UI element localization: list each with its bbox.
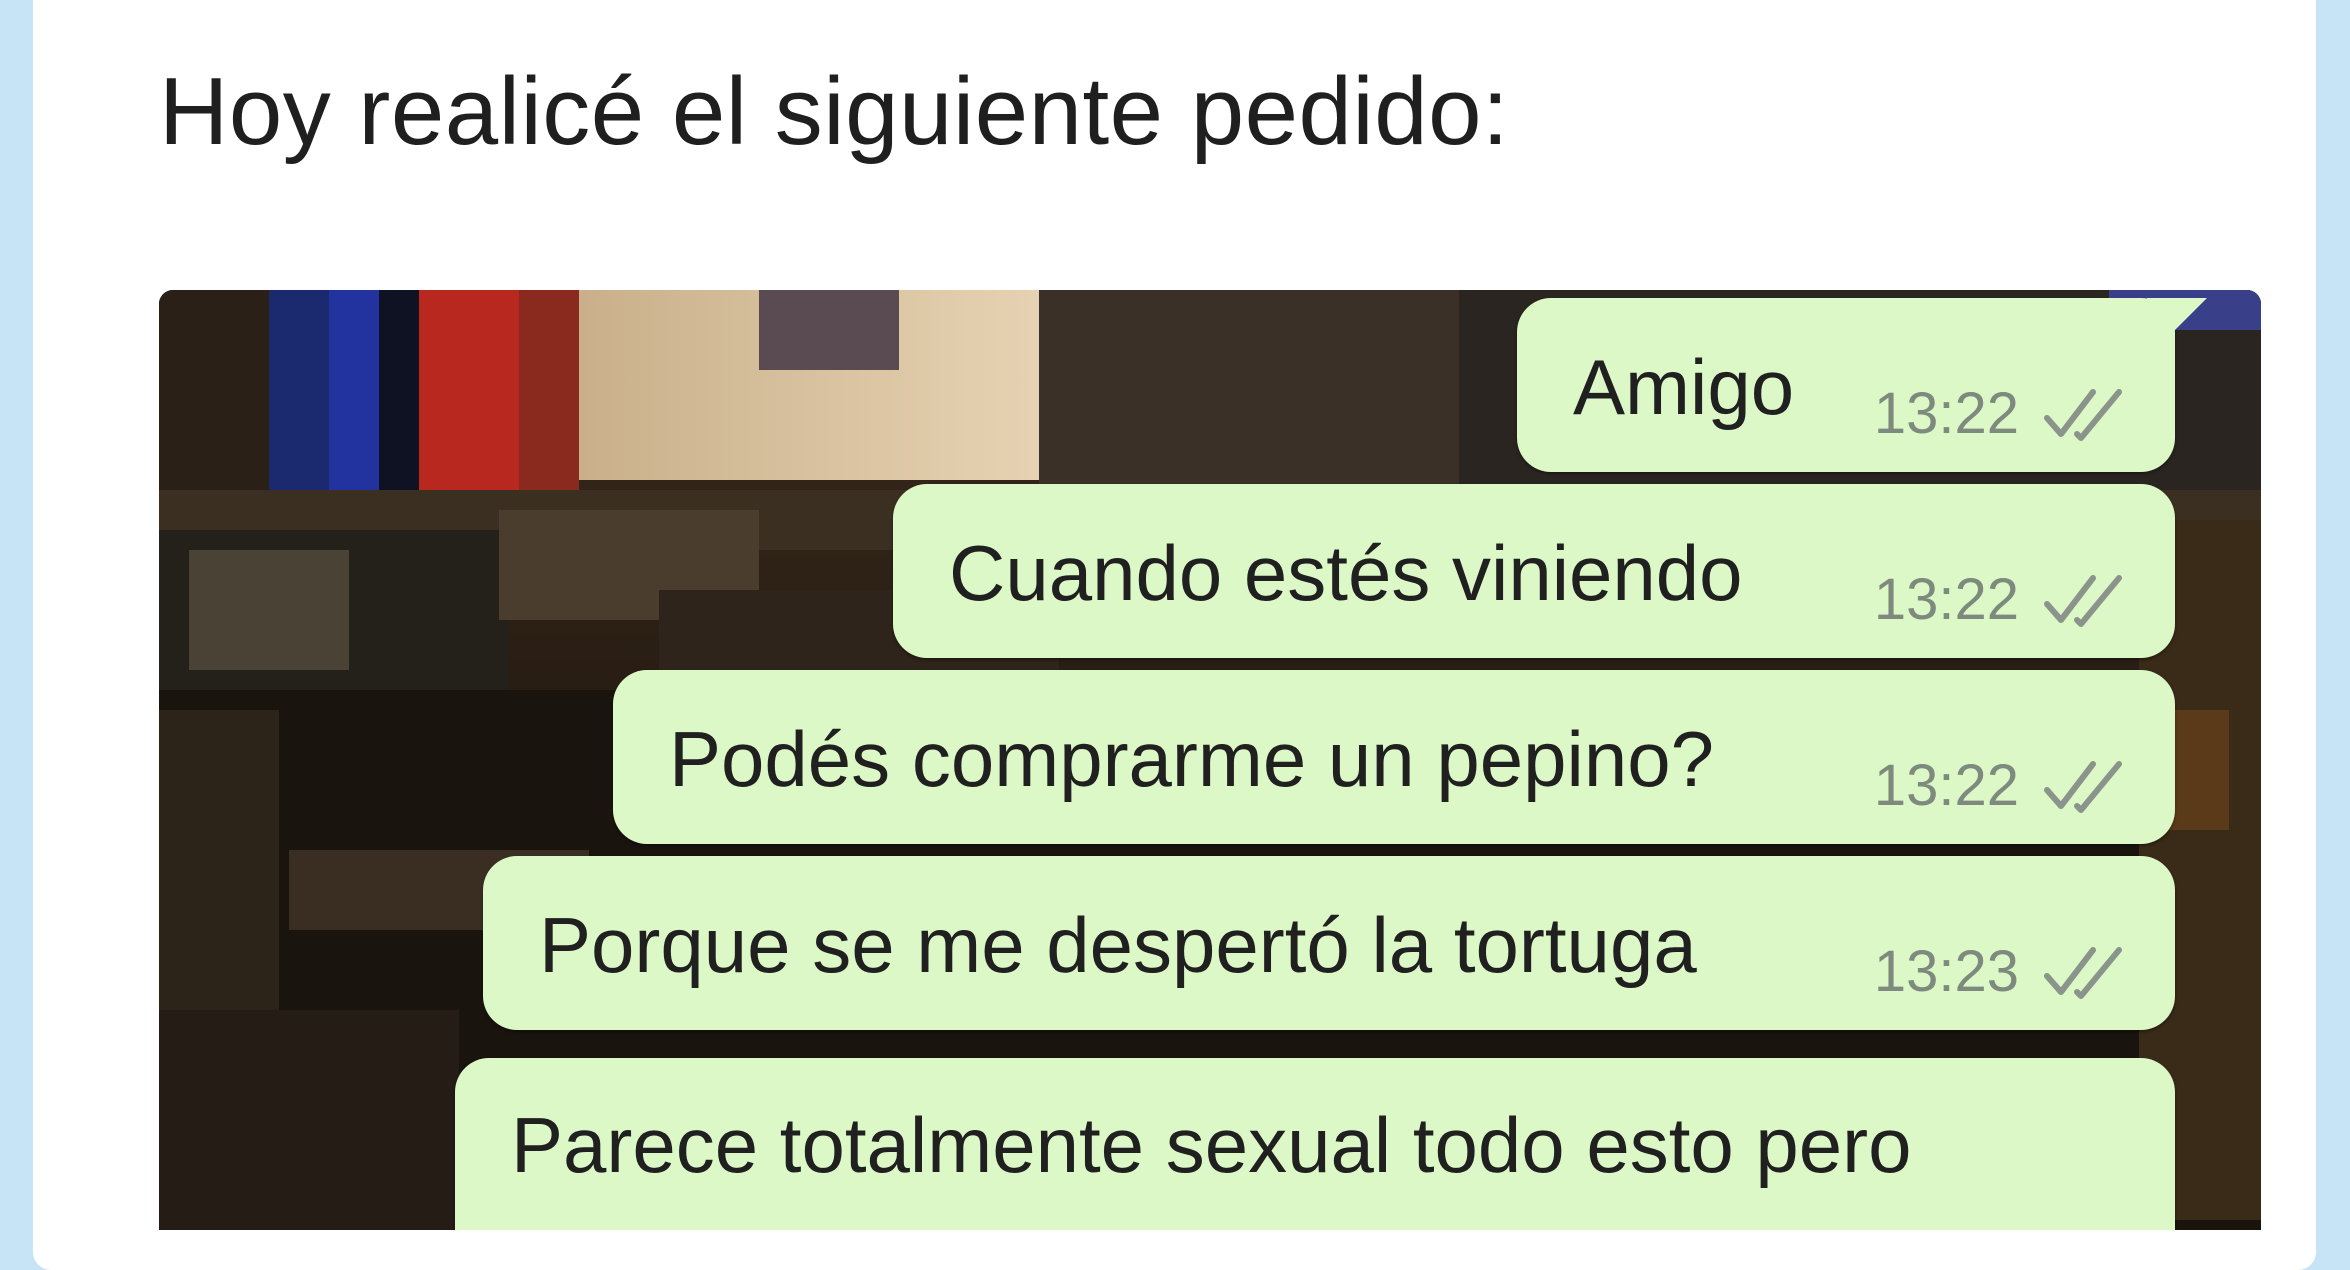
double-check-icon [2044, 575, 2122, 627]
double-check-icon [2044, 761, 2122, 813]
chat-message[interactable]: Porque se me despertó la tortuga 13:23 [483, 856, 2175, 1030]
message-time: 13:22 [1873, 567, 2019, 632]
post-text: Hoy realicé el siguiente pedido: [159, 58, 1510, 165]
bubble-tail [2147, 298, 2207, 338]
message-time: 13:23 [1873, 939, 2019, 1004]
chat-message[interactable]: Podés comprarme un pepino? 13:22 [613, 670, 2175, 844]
chat-message[interactable]: Cuando estés viniendo 13:22 [893, 484, 2175, 658]
double-check-icon [2044, 947, 2122, 999]
message-text: Cuando estés viniendo [949, 529, 1743, 617]
message-time: 13:22 [1873, 753, 2019, 818]
chat-screenshot-image: Amigo 13:22 Cuando estés viniendo 13:22 … [159, 290, 2261, 1230]
chat-message[interactable]: Amigo 13:22 [1517, 298, 2207, 472]
message-text: Porque se me despertó la tortuga [539, 901, 1697, 989]
message-text: Podés comprarme un pepino? [669, 715, 1714, 803]
post-card: Hoy realicé el siguiente pedido: Amigo 1… [33, 0, 2316, 1270]
message-text: Parece totalmente sexual todo esto pero [511, 1101, 1912, 1189]
message-text: Amigo [1573, 343, 1795, 431]
chat-message[interactable]: Parece totalmente sexual todo esto pero [455, 1058, 2175, 1230]
double-check-icon [2044, 389, 2122, 441]
message-time: 13:22 [1873, 381, 2019, 446]
